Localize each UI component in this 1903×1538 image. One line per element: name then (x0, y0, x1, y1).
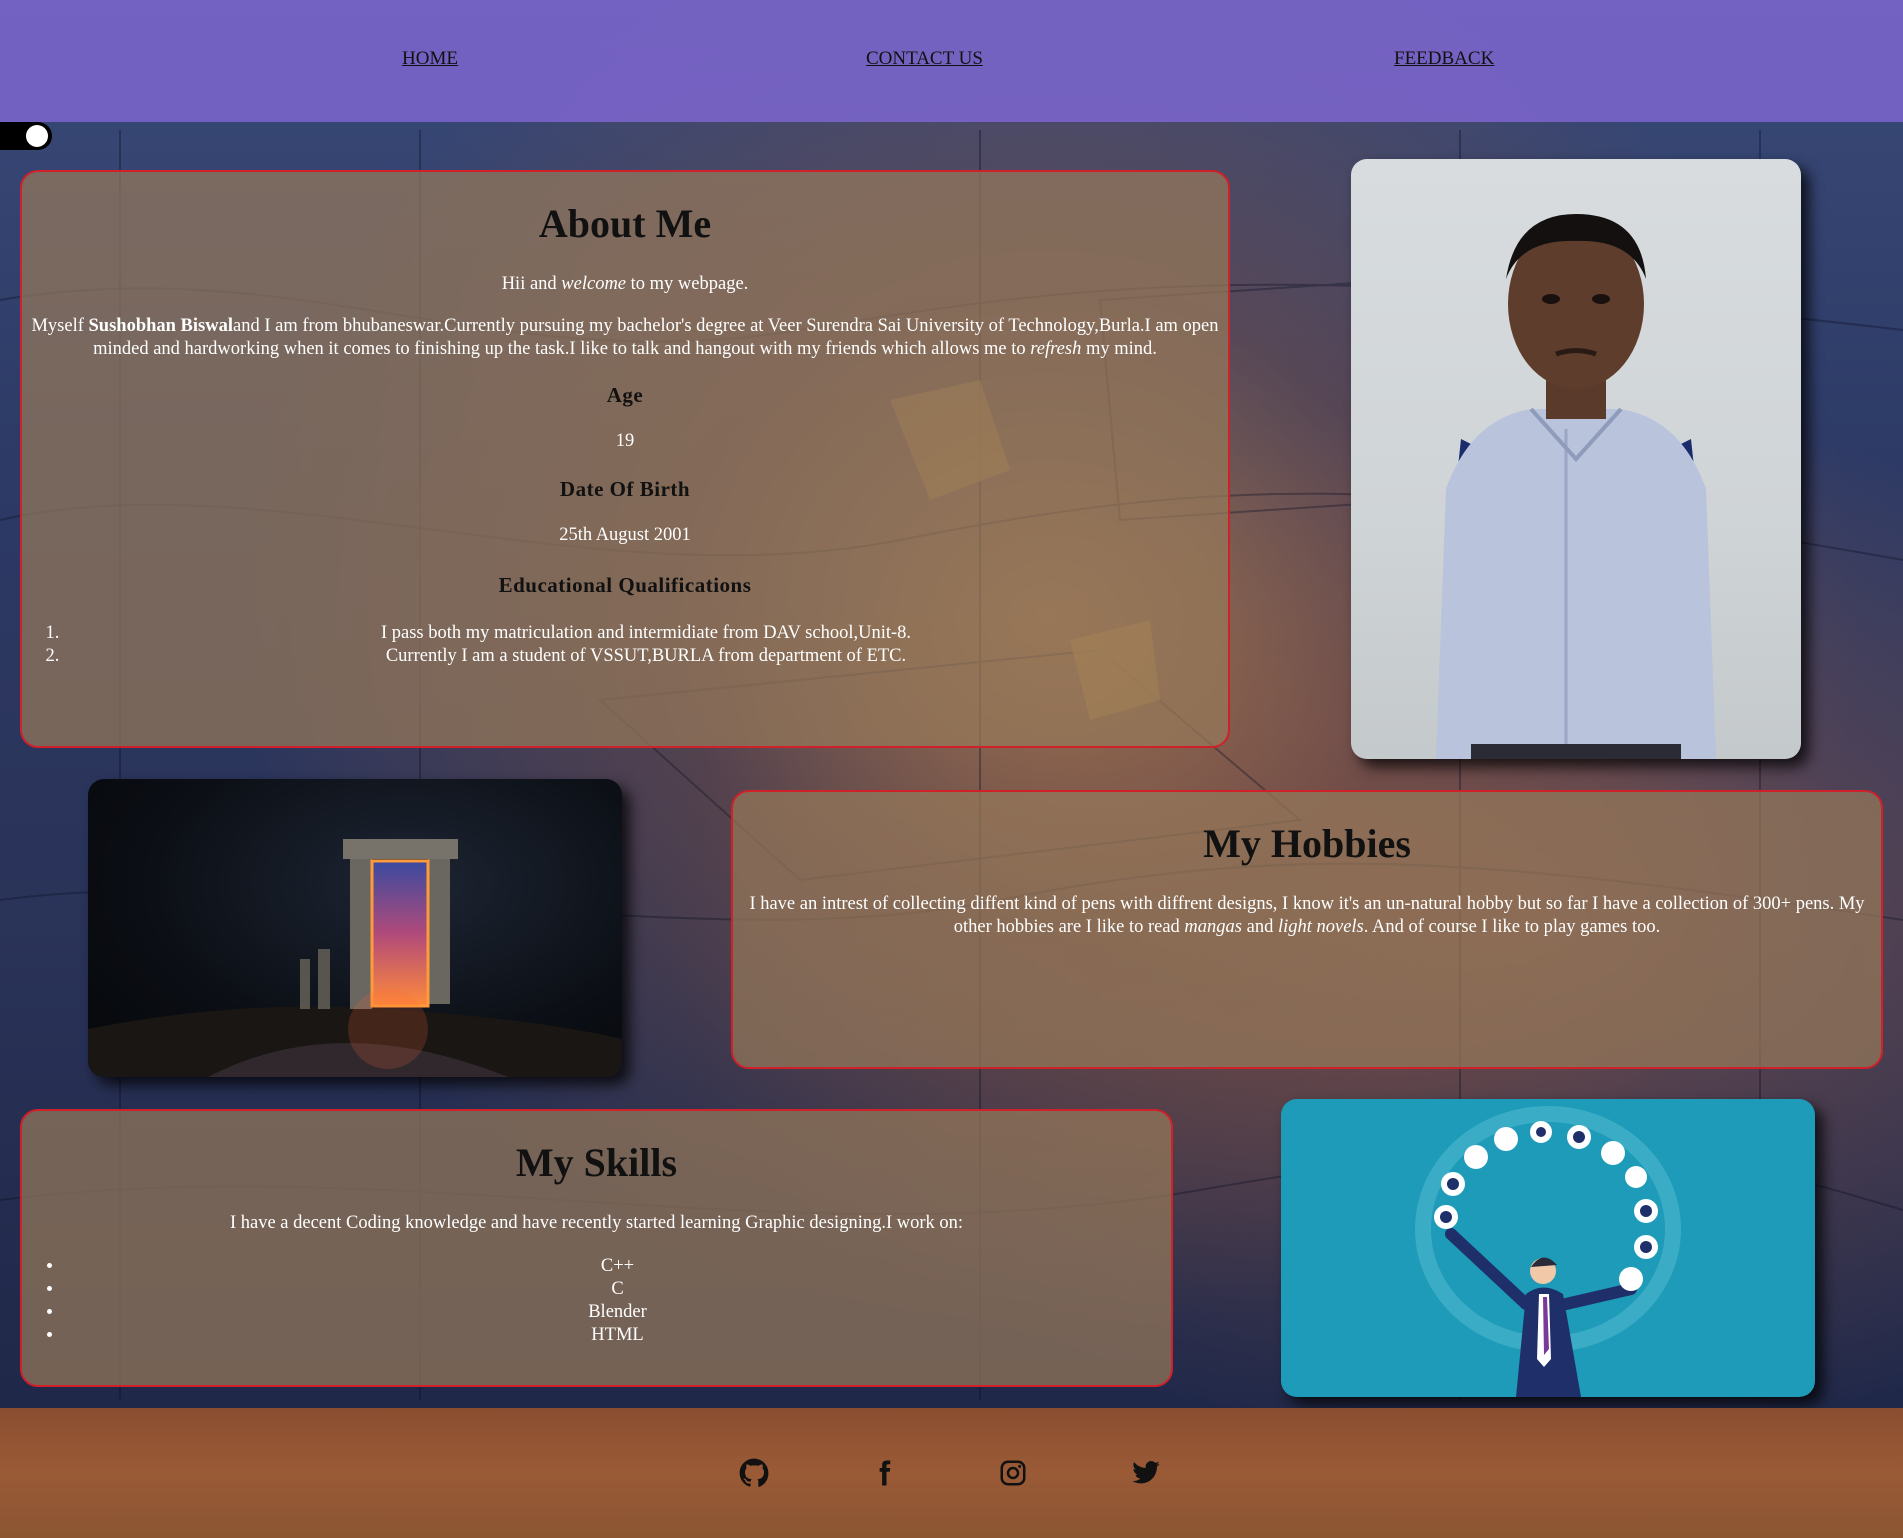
age-heading: Age (606, 383, 644, 407)
intro-emphasis: refresh (1030, 339, 1082, 359)
toggle-knob (26, 125, 48, 147)
footer (0, 1408, 1903, 1538)
instagram-icon[interactable] (998, 1458, 1028, 1488)
hobbies-text-mid: and (1241, 917, 1278, 937)
hobbies-emphasis-2: light novels (1277, 917, 1364, 937)
age-value: 19 (615, 431, 635, 451)
list-item: HTML (64, 1324, 1171, 1347)
list-item: I pass both my matriculation and intermi… (64, 622, 1228, 645)
hobbies-text: I have an intrest of collecting diffent … (743, 893, 1871, 939)
list-item: Currently I am a student of VSSUT,BURLA … (64, 645, 1228, 668)
hobbies-emphasis-1: mangas (1184, 917, 1242, 937)
education-list: I pass both my matriculation and intermi… (22, 622, 1228, 668)
skills-list: C++ C Blender HTML (22, 1255, 1171, 1347)
list-item: C (64, 1278, 1171, 1301)
hobbies-title: My Hobbies (1203, 821, 1411, 866)
profile-photo (1351, 159, 1801, 759)
intro-text-pre: Myself (31, 316, 89, 336)
list-item: Blender (64, 1301, 1171, 1324)
twitter-icon[interactable] (1131, 1458, 1161, 1488)
greeting-text-end: to my webpage. (626, 274, 749, 294)
portal-image (88, 779, 622, 1077)
skills-illustration (1281, 1099, 1815, 1397)
nav-contact-link[interactable]: CONTACT US (866, 48, 983, 70)
hobbies-card: My Hobbies I have an intrest of collecti… (731, 790, 1883, 1069)
skills-card: My Skills I have a decent Coding knowled… (20, 1109, 1173, 1387)
nav-home-link[interactable]: HOME (402, 48, 458, 70)
greeting-text: Hii and (501, 274, 562, 294)
list-item: C++ (64, 1255, 1171, 1278)
hobbies-text-end: . And of course I like to play games too… (1363, 917, 1661, 937)
dob-value: 25th August 2001 (559, 525, 691, 545)
skills-intro: I have a decent Coding knowledge and hav… (229, 1213, 964, 1233)
github-icon[interactable] (739, 1458, 769, 1488)
intro-name: Sushobhan Biswal (88, 316, 234, 336)
facebook-icon[interactable] (869, 1458, 899, 1488)
nav-feedback-link[interactable]: FEEDBACK (1394, 48, 1494, 70)
education-heading: Educational Qualifications (498, 573, 752, 597)
about-greeting: Hii and welcome to my webpage. (22, 273, 1228, 296)
juggler-illustration (1415, 1106, 1681, 1397)
skills-title: My Skills (515, 1140, 678, 1185)
theme-toggle[interactable] (0, 122, 52, 150)
portal-illustration (88, 839, 622, 1077)
greeting-emphasis: welcome (561, 274, 627, 294)
top-navbar: HOME CONTACT US FEEDBACK (0, 0, 1903, 122)
about-card: About Me Hii and welcome to my webpage. … (20, 170, 1230, 748)
intro-text-end: my mind. (1081, 339, 1157, 359)
person-illustration (1436, 214, 1716, 759)
about-title: About Me (538, 201, 712, 246)
about-intro: Myself Sushobhan Biswaland I am from bhu… (28, 315, 1222, 361)
dob-heading: Date Of Birth (559, 477, 691, 501)
